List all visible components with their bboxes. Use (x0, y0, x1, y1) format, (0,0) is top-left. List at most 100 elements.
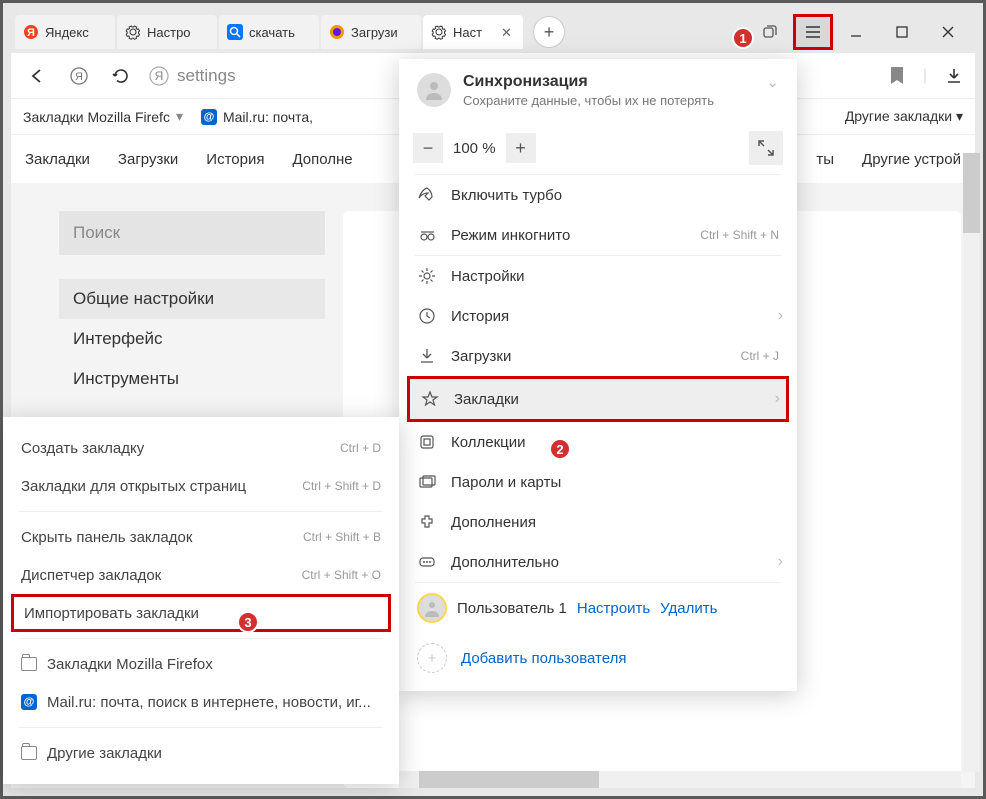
submenu-mailru[interactable]: @Mail.ru: почта, поиск в интернете, ново… (3, 683, 399, 721)
folder-icon (21, 657, 37, 671)
vertical-scrollbar[interactable] (963, 153, 980, 772)
maximize-button[interactable] (879, 15, 925, 49)
menu-item-bookmarks-highlight: Закладки› (407, 376, 789, 422)
avatar-icon (417, 73, 451, 107)
reload-button[interactable] (107, 62, 135, 90)
close-icon[interactable]: ✕ (501, 25, 515, 39)
bookmark-item-mail[interactable]: @Mail.ru: почта, (201, 109, 313, 125)
shield-button[interactable]: Я (65, 62, 93, 90)
tab-download-search[interactable]: скачать (219, 15, 319, 49)
menu-item-downloads[interactable]: ЗагрузкиCtrl + J (399, 336, 797, 376)
plus-icon: + (417, 643, 447, 673)
user-configure-link[interactable]: Настроить (577, 600, 650, 617)
user-row: Пользователь 1 Настроить Удалить (399, 583, 797, 633)
svg-text:Я: Я (75, 71, 83, 83)
copy-url-button[interactable] (747, 15, 793, 49)
settings-tab-ty[interactable]: ты (816, 151, 834, 168)
svg-text:Я: Я (27, 27, 35, 39)
user-name: Пользователь 1 (457, 600, 567, 617)
menu-item-passwords[interactable]: Пароли и карты (399, 462, 797, 502)
mail-icon: @ (201, 109, 217, 125)
zoom-in-button[interactable]: + (506, 133, 536, 163)
bookmark-flag-icon[interactable] (889, 66, 905, 86)
menu-item-more[interactable]: Дополнительно› (399, 542, 797, 582)
user-delete-link[interactable]: Удалить (660, 600, 717, 617)
star-icon (420, 389, 440, 409)
annotation-badge-2: 2 (549, 438, 571, 460)
tab-label: Загрузи (351, 25, 398, 40)
minimize-button[interactable] (833, 15, 879, 49)
chevron-right-icon: › (775, 390, 780, 408)
tab-label: Наст (453, 25, 482, 40)
tab-label: Настро (147, 25, 191, 40)
menu-item-history[interactable]: История› (399, 296, 797, 336)
settings-tab-bookmarks[interactable]: Закладки (25, 151, 90, 168)
submenu-create-bookmark[interactable]: Создать закладкуCtrl + D (3, 429, 399, 467)
tab-firefox[interactable]: Загрузи (321, 15, 421, 49)
tab-bar: Я Яндекс Настро скачать Загрузи Наст ✕ + (11, 11, 975, 53)
submenu-import-bookmarks[interactable]: Импортировать закладки (11, 594, 391, 632)
zoom-out-button[interactable]: − (413, 133, 443, 163)
more-icon (417, 552, 437, 572)
horizontal-scrollbar[interactable] (399, 771, 961, 788)
submenu-bookmarks-open-pages[interactable]: Закладки для открытых страницCtrl + Shif… (3, 467, 399, 505)
sync-section[interactable]: Синхронизация Сохраните данные, чтобы их… (399, 59, 797, 122)
chevron-right-icon: › (778, 307, 783, 325)
sidebar-item-interface[interactable]: Интерфейс (59, 319, 325, 359)
submenu-bookmark-manager[interactable]: Диспетчер закладокCtrl + Shift + O (3, 556, 399, 594)
tab-yandex[interactable]: Я Яндекс (15, 15, 115, 49)
menu-item-bookmarks[interactable]: Закладки› (410, 379, 786, 419)
chevron-down-icon: ⌄ (766, 73, 779, 91)
annotation-badge-3: 3 (237, 611, 259, 633)
tab-label: Яндекс (45, 25, 89, 40)
menu-item-settings[interactable]: Настройки (399, 256, 797, 296)
settings-tab-addons[interactable]: Дополне (292, 151, 352, 168)
sidebar-item-general[interactable]: Общие настройки (59, 279, 325, 319)
fullscreen-button[interactable] (749, 131, 783, 165)
yandex-icon: Я (23, 24, 39, 40)
mail-icon: @ (21, 694, 37, 710)
submenu-firefox-folder[interactable]: Закладки Mozilla Firefox (3, 645, 399, 683)
bookmarks-submenu: Создать закладкуCtrl + D Закладки для от… (3, 417, 399, 784)
main-menu-button-highlight (793, 14, 833, 50)
user-avatar-icon (417, 593, 447, 623)
new-tab-button[interactable]: + (533, 16, 565, 48)
main-menu-button[interactable] (796, 17, 830, 47)
zoom-value: 100 % (453, 140, 496, 157)
chevron-right-icon: › (778, 553, 783, 571)
history-icon (417, 306, 437, 326)
add-user-button[interactable]: + Добавить пользователя (399, 633, 797, 691)
sidebar-item-tools[interactable]: Инструменты (59, 359, 325, 399)
bookmark-item-firefox[interactable]: Закладки Mozilla Firefc▾ (23, 108, 183, 125)
incognito-icon (417, 225, 437, 245)
menu-item-addons[interactable]: Дополнения (399, 502, 797, 542)
download-icon (417, 346, 437, 366)
download-icon[interactable] (945, 67, 963, 85)
cards-icon (417, 472, 437, 492)
tab-settings-active[interactable]: Наст ✕ (423, 15, 523, 49)
back-button[interactable] (23, 62, 51, 90)
firefox-icon (329, 24, 345, 40)
sync-subtitle: Сохраните данные, чтобы их не потерять (463, 93, 714, 108)
search-icon (227, 24, 243, 40)
other-bookmarks[interactable]: Другие закладки ▾ (845, 108, 963, 125)
menu-item-collections[interactable]: Коллекции (399, 422, 797, 462)
puzzle-icon (417, 512, 437, 532)
rocket-icon (417, 185, 437, 205)
submenu-hide-bar[interactable]: Скрыть панель закладокCtrl + Shift + B (3, 518, 399, 556)
url-text: settings (177, 66, 236, 86)
settings-tab-devices[interactable]: Другие устрой (862, 151, 961, 168)
menu-item-incognito[interactable]: Режим инкогнитоCtrl + Shift + N (399, 215, 797, 255)
main-menu-dropdown: Синхронизация Сохраните данные, чтобы их… (399, 59, 797, 691)
submenu-other-bookmarks[interactable]: Другие закладки (3, 734, 399, 772)
window-close-button[interactable] (925, 15, 971, 49)
sync-title: Синхронизация (463, 73, 588, 90)
gear-icon (417, 266, 437, 286)
settings-tab-downloads[interactable]: Загрузки (118, 151, 178, 168)
menu-item-turbo[interactable]: Включить турбо (399, 175, 797, 215)
tab-settings-1[interactable]: Настро (117, 15, 217, 49)
folder-icon (21, 746, 37, 760)
settings-tab-history[interactable]: История (206, 151, 264, 168)
zoom-controls: − 100 % + (399, 122, 797, 174)
search-input[interactable]: Поиск (59, 211, 325, 255)
